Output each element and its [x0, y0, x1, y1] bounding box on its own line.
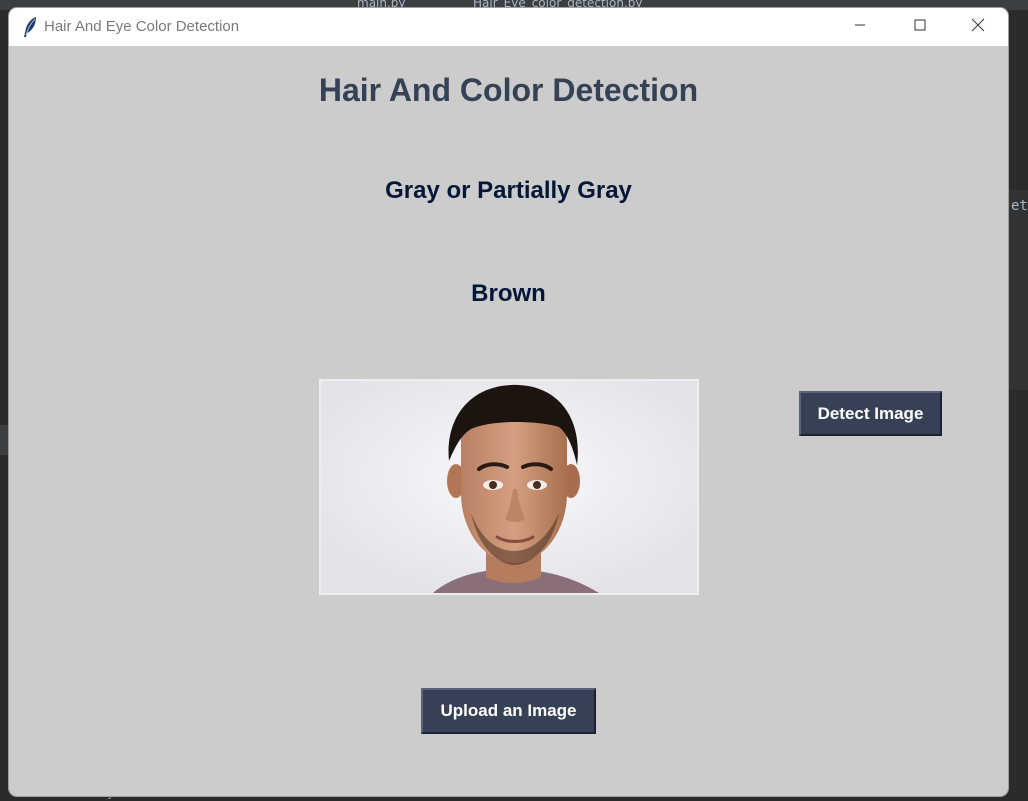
close-button[interactable] — [949, 8, 1007, 46]
window-title: Hair And Eye Color Detection — [44, 18, 240, 35]
ide-left-panel — [0, 10, 9, 801]
upload-image-button[interactable]: Upload an Image — [421, 688, 596, 734]
uploaded-photo — [319, 379, 699, 595]
detect-image-button[interactable]: Detect Image — [799, 391, 942, 436]
maximize-icon — [914, 18, 926, 36]
ide-code-fragment: et — [1011, 198, 1028, 214]
minimize-icon — [854, 18, 866, 36]
maximize-button[interactable] — [891, 8, 949, 46]
ide-editor-band — [1008, 190, 1028, 390]
page-title: Hair And Color Detection — [318, 72, 699, 108]
feather-icon — [21, 16, 41, 38]
minimize-button[interactable] — [831, 8, 889, 46]
ide-editor-edge — [1008, 10, 1028, 801]
title-bar[interactable]: Hair And Eye Color Detection — [9, 8, 1008, 46]
app-window: Hair And Eye Color Detection Hair And Co… — [9, 8, 1008, 796]
close-icon — [971, 18, 985, 37]
ide-left-band — [0, 425, 9, 455]
hair-color-result: Gray or Partially Gray — [385, 177, 632, 204]
eye-color-result: Brown — [471, 280, 546, 307]
